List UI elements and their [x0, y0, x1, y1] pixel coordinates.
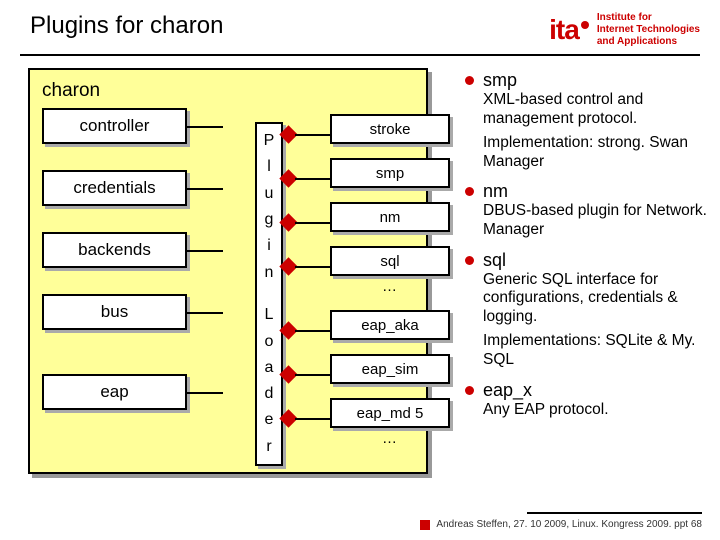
connector-line — [295, 222, 330, 224]
plugin-smp: smp — [330, 158, 450, 188]
module-label: credentials — [73, 178, 155, 198]
bullet-impl: Implementations: SQLite & My. SQL — [483, 332, 712, 369]
vl: u — [265, 186, 274, 202]
plugin-label: eap_aka — [361, 317, 419, 334]
plugin-sql: sql — [330, 246, 450, 276]
bullet-desc: DBUS-based plugin for Network. Manager — [483, 202, 712, 239]
vl: i — [267, 238, 271, 254]
bullets: smp XML-based control and management pro… — [428, 68, 712, 474]
bullet-dot-icon — [465, 256, 474, 265]
bullet-desc: Any EAP protocol. — [483, 401, 712, 420]
vl: n — [265, 265, 274, 281]
plugin-eap-sim: eap_sim — [330, 354, 450, 384]
module-label: bus — [101, 302, 128, 322]
footer-divider — [527, 512, 702, 514]
module-credentials: credentials — [42, 170, 187, 206]
bullet-dot-icon — [465, 386, 474, 395]
module-controller: controller — [42, 108, 187, 144]
divider — [20, 54, 700, 56]
connector-line — [185, 392, 223, 394]
plugin-nm: nm — [330, 202, 450, 232]
main: charon controller credentials backends b… — [0, 68, 720, 474]
plugin-eap-md5: eap_md 5 — [330, 398, 450, 428]
logo-dot-icon — [581, 21, 589, 29]
plugin-stroke: stroke — [330, 114, 450, 144]
module-backends: backends — [42, 232, 187, 268]
plugin-label: eap_md 5 — [357, 405, 424, 422]
page-title: Plugins for charon — [30, 12, 223, 40]
bullet-impl: Implementation: strong. Swan Manager — [483, 134, 712, 171]
connector-line — [295, 178, 330, 180]
vl: e — [265, 412, 274, 428]
connector-line — [185, 188, 223, 190]
connector-line — [295, 330, 330, 332]
bullet-dot-icon — [465, 187, 474, 196]
module-label: controller — [80, 116, 150, 136]
bullet-nm: nm DBUS-based plugin for Network. Manage… — [483, 181, 712, 239]
header: Plugins for charon ita Institute for Int… — [0, 0, 720, 52]
vl: P — [264, 133, 275, 149]
logo-line1: Institute for — [597, 12, 700, 24]
bullet-smp: smp XML-based control and management pro… — [483, 70, 712, 171]
bullet-sql: sql Generic SQL interface for configurat… — [483, 250, 712, 370]
module-label: eap — [100, 382, 128, 402]
plugin-label: stroke — [370, 121, 411, 138]
connector-line — [185, 250, 223, 252]
module-eap: eap — [42, 374, 187, 410]
ellipsis: … — [382, 430, 397, 447]
module-bus: bus — [42, 294, 187, 330]
charon-box: charon controller credentials backends b… — [28, 68, 428, 474]
bullet-title: sql — [483, 250, 712, 271]
logo-mark: ita — [549, 14, 589, 46]
plugin-loader-box: P l u g i n L o a d e r — [255, 122, 283, 466]
bullet-desc: Generic SQL interface for configurations… — [483, 271, 712, 327]
bullet-title: smp — [483, 70, 712, 91]
bullet-desc: XML-based control and management protoco… — [483, 91, 712, 128]
charon-title: charon — [42, 80, 414, 102]
footer: Andreas Steffen, 27. 10 2009, Linux. Kon… — [420, 519, 702, 530]
connector-line — [295, 374, 330, 376]
footer-text: Andreas Steffen, 27. 10 2009, Linux. Kon… — [436, 519, 702, 530]
plugin-eap-aka: eap_aka — [330, 310, 450, 340]
connector-line — [185, 126, 223, 128]
logo-text: Institute for Internet Technologies and … — [597, 12, 700, 48]
logo-line2: Internet Technologies — [597, 24, 700, 36]
connector-line — [295, 266, 330, 268]
vl: a — [265, 360, 274, 376]
vl: L — [265, 307, 274, 323]
footer-square-icon — [420, 520, 430, 530]
plugin-label: eap_sim — [362, 361, 419, 378]
plugin-label: smp — [376, 165, 404, 182]
plugin-label: nm — [380, 209, 401, 226]
bullet-eapx: eap_x Any EAP protocol. — [483, 380, 712, 420]
logo: ita Institute for Internet Technologies … — [549, 12, 700, 48]
module-label: backends — [78, 240, 151, 260]
bullet-title: nm — [483, 181, 712, 202]
ellipsis: … — [382, 278, 397, 295]
connector-line — [295, 418, 330, 420]
connector-line — [185, 312, 223, 314]
connector-line — [295, 134, 330, 136]
vl: l — [267, 159, 271, 175]
vl: d — [265, 386, 274, 402]
bullet-title: eap_x — [483, 380, 712, 401]
logo-line3: and Applications — [597, 36, 700, 48]
vl: o — [265, 334, 274, 350]
vl: g — [265, 212, 274, 228]
vl: r — [266, 439, 271, 455]
bullet-dot-icon — [465, 76, 474, 85]
logo-letters: ita — [549, 14, 579, 46]
plugin-label: sql — [380, 253, 399, 270]
